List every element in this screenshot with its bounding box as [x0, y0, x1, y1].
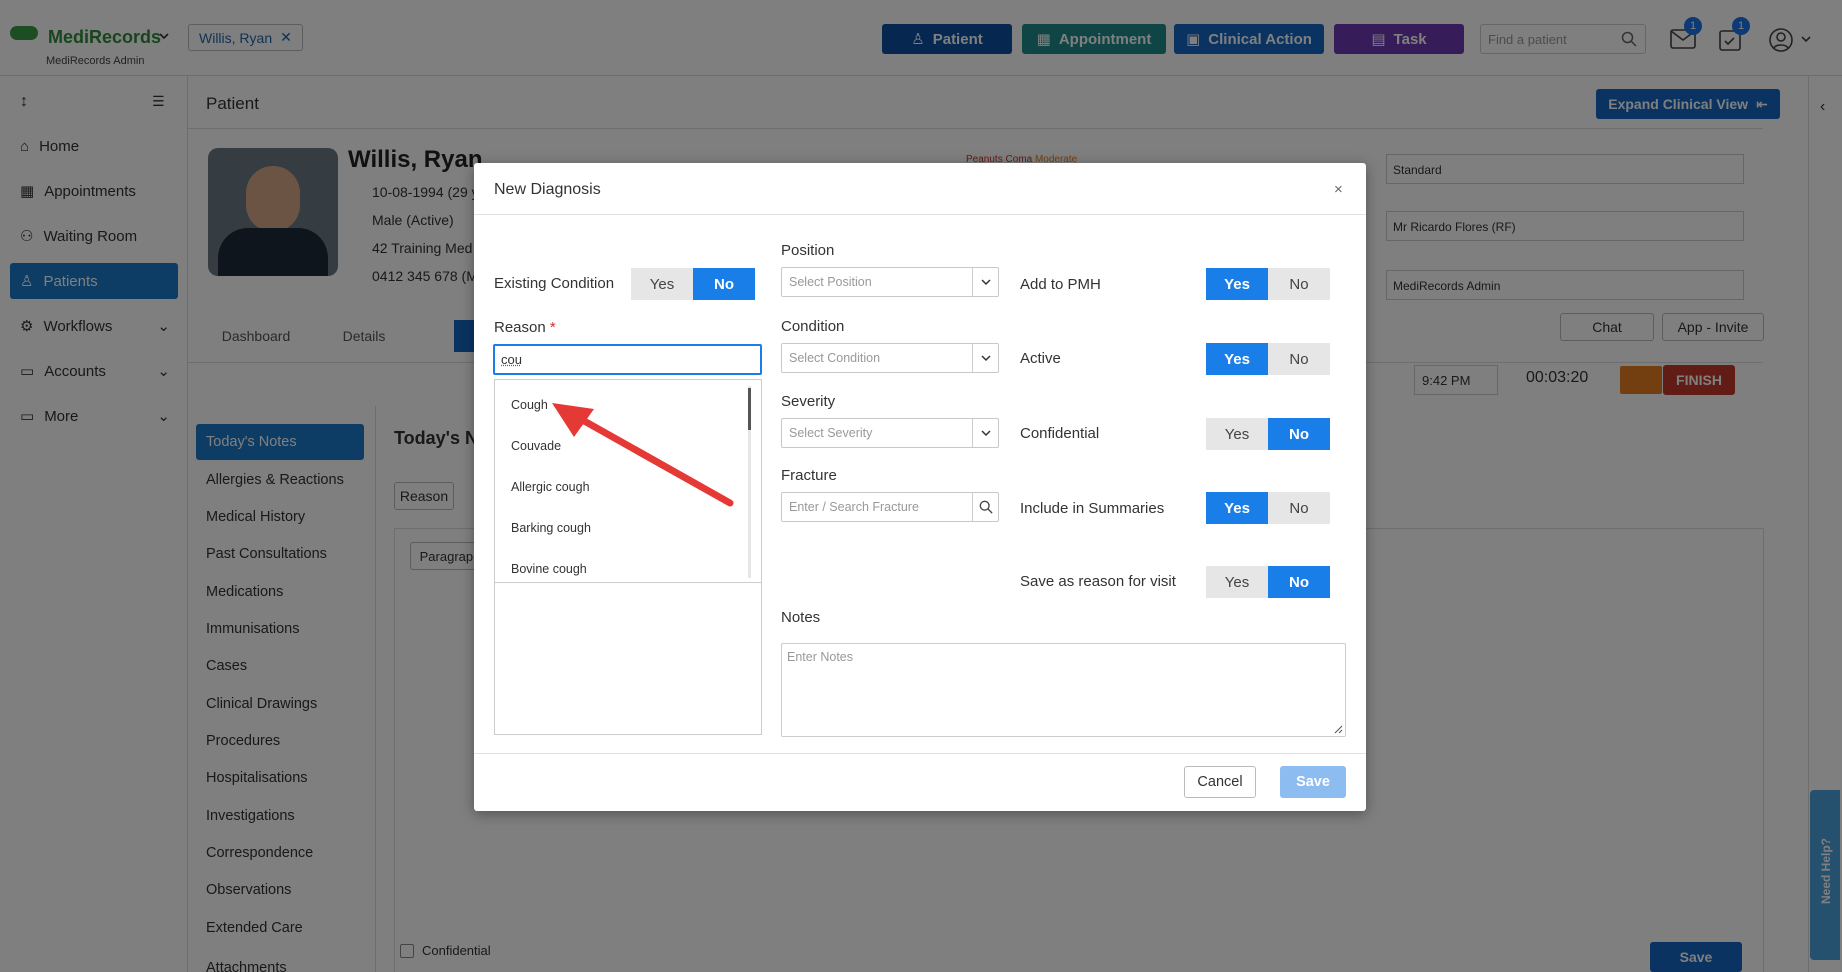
cancel-button-label: Cancel	[1197, 774, 1242, 790]
position-select[interactable]: Select Position	[781, 267, 999, 297]
include-summaries-toggle: Yes No	[1206, 492, 1330, 524]
add-to-pmh-toggle: Yes No	[1206, 268, 1330, 300]
active-no-button[interactable]: No	[1268, 343, 1330, 375]
severity-select[interactable]: Select Severity	[781, 418, 999, 448]
visit-yes-button[interactable]: Yes	[1206, 566, 1268, 598]
suggestion-barking-cough[interactable]: Barking cough	[511, 521, 591, 535]
existing-condition-toggle: Yes No	[631, 268, 755, 300]
save-button-label: Save	[1296, 774, 1330, 790]
include-summaries-label: Include in Summaries	[1020, 500, 1164, 517]
fracture-placeholder: Enter / Search Fracture	[789, 500, 919, 514]
chevron-down-icon	[972, 344, 998, 372]
active-label: Active	[1020, 350, 1061, 367]
resize-handle-icon[interactable]	[1333, 724, 1343, 734]
reason-for-visit-toggle: Yes No	[1206, 566, 1330, 598]
modal-footer-divider	[474, 753, 1366, 754]
confidential-toggle: Yes No	[1206, 418, 1330, 450]
reason-label-text: Reason	[494, 319, 546, 336]
active-yes-button[interactable]: Yes	[1206, 343, 1268, 375]
annotation-arrow	[540, 395, 750, 515]
condition-label: Condition	[781, 318, 844, 335]
condition-placeholder: Select Condition	[789, 351, 880, 365]
modal-title: New Diagnosis	[494, 181, 601, 199]
confidential-label: Confidential	[1020, 425, 1099, 442]
existing-condition-label: Existing Condition	[494, 275, 614, 292]
chevron-down-icon	[972, 268, 998, 296]
pmh-yes-button[interactable]: Yes	[1206, 268, 1268, 300]
save-button[interactable]: Save	[1280, 766, 1346, 798]
close-icon[interactable]: ×	[1334, 181, 1343, 198]
reason-input-value: cou	[501, 352, 522, 367]
reason-label: Reason *	[494, 319, 556, 336]
confidential-yes-button[interactable]: Yes	[1206, 418, 1268, 450]
fracture-input[interactable]: Enter / Search Fracture	[781, 492, 999, 522]
severity-placeholder: Select Severity	[789, 426, 872, 440]
required-mark: *	[550, 319, 556, 336]
modal-header-divider	[474, 214, 1366, 215]
chevron-down-icon	[972, 419, 998, 447]
position-label: Position	[781, 242, 834, 259]
pmh-no-button[interactable]: No	[1268, 268, 1330, 300]
fracture-label: Fracture	[781, 467, 837, 484]
visit-no-button[interactable]: No	[1268, 566, 1330, 598]
suggestion-bovine-cough[interactable]: Bovine cough	[511, 562, 587, 576]
add-to-pmh-label: Add to PMH	[1020, 276, 1101, 293]
confidential-no-button[interactable]: No	[1268, 418, 1330, 450]
severity-label: Severity	[781, 393, 835, 410]
summaries-no-button[interactable]: No	[1268, 492, 1330, 524]
notes-textarea[interactable]: Enter Notes	[781, 643, 1346, 737]
condition-select[interactable]: Select Condition	[781, 343, 999, 373]
active-toggle: Yes No	[1206, 343, 1330, 375]
existing-no-button[interactable]: No	[693, 268, 755, 300]
notes-label: Notes	[781, 609, 820, 626]
reason-input[interactable]: cou	[493, 344, 762, 375]
position-placeholder: Select Position	[789, 275, 872, 289]
summaries-yes-button[interactable]: Yes	[1206, 492, 1268, 524]
reason-for-visit-label: Save as reason for visit	[1020, 573, 1176, 590]
search-icon[interactable]	[972, 493, 998, 521]
notes-placeholder: Enter Notes	[787, 650, 853, 664]
existing-yes-button[interactable]: Yes	[631, 268, 693, 300]
cancel-button[interactable]: Cancel	[1184, 766, 1256, 798]
